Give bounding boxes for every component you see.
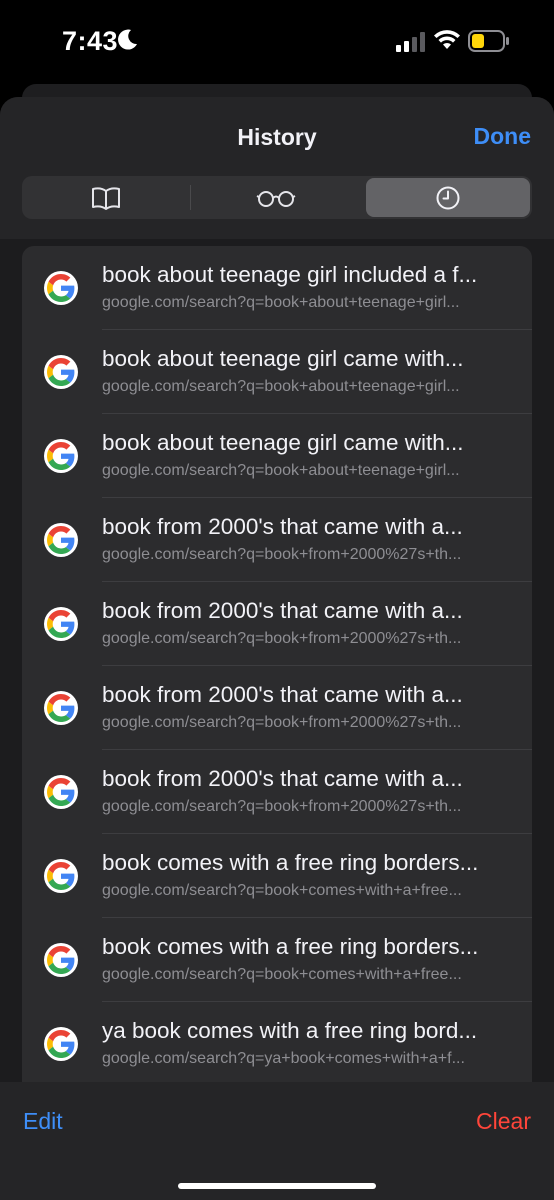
google-icon	[44, 523, 78, 557]
edit-button[interactable]: Edit	[23, 1108, 63, 1135]
battery-low-power-icon	[468, 30, 509, 52]
page-title: History	[237, 124, 317, 150]
history-list: book about teenage girl included a f... …	[22, 246, 532, 1196]
history-item-title: book about teenage girl included a f...	[102, 262, 478, 287]
history-item-title: ya book comes with a free ring bord...	[102, 1018, 478, 1043]
history-item-title: book about teenage girl came with...	[102, 346, 464, 371]
tab-reading-list[interactable]	[194, 178, 358, 217]
safari-history-screen: 7:43 History Done book about teenage gir…	[0, 0, 554, 1200]
segment-divider	[190, 185, 191, 210]
history-row[interactable]: book about teenage girl included a f... …	[22, 246, 532, 330]
status-time: 7:43	[62, 26, 119, 56]
google-icon	[44, 775, 78, 809]
history-item-url: google.com/search?q=book+from+2000%27s+t…	[102, 798, 462, 815]
history-clock-icon	[436, 186, 460, 209]
history-row[interactable]: book comes with a free ring borders... g…	[22, 834, 532, 918]
history-row[interactable]: book from 2000's that came with a... goo…	[22, 750, 532, 834]
history-row[interactable]: book from 2000's that came with a... goo…	[22, 498, 532, 582]
history-item-url: google.com/search?q=ya+book+comes+with+a…	[102, 1050, 465, 1067]
history-row[interactable]: book from 2000's that came with a... goo…	[22, 582, 532, 666]
history-row[interactable]: book about teenage girl came with... goo…	[22, 414, 532, 498]
bookmarks-book-icon	[92, 186, 120, 210]
google-icon	[44, 607, 78, 641]
history-item-title: book about teenage girl came with...	[102, 430, 464, 455]
history-item-title: book comes with a free ring borders...	[102, 934, 479, 959]
history-item-title: book from 2000's that came with a...	[102, 682, 463, 707]
segmented-control	[22, 176, 532, 219]
reading-list-glasses-icon	[256, 190, 296, 207]
history-item-url: google.com/search?q=book+comes+with+a+fr…	[102, 882, 462, 899]
tab-history[interactable]	[366, 178, 530, 217]
history-item-url: google.com/search?q=book+comes+with+a+fr…	[102, 966, 462, 983]
history-sheet: History Done book about teenage girl inc…	[0, 97, 554, 1200]
history-item-url: google.com/search?q=book+about+teenage+g…	[102, 378, 460, 395]
history-item-url: google.com/search?q=book+about+teenage+g…	[102, 294, 460, 311]
history-row[interactable]: ya book comes with a free ring bord... g…	[22, 1002, 532, 1086]
history-row[interactable]: book comes with a free ring borders... g…	[22, 918, 532, 1002]
google-icon	[44, 859, 78, 893]
google-icon	[44, 691, 78, 725]
clear-button[interactable]: Clear	[476, 1108, 531, 1135]
wifi-icon	[434, 30, 460, 49]
google-icon	[44, 1027, 78, 1061]
history-item-title: book from 2000's that came with a...	[102, 598, 463, 623]
history-item-url: google.com/search?q=book+from+2000%27s+t…	[102, 546, 462, 563]
home-indicator	[178, 1183, 376, 1189]
status-bar: 7:43	[0, 0, 554, 86]
cellular-signal-icon	[396, 32, 425, 52]
google-icon	[44, 439, 78, 473]
history-item-title: book from 2000's that came with a...	[102, 766, 463, 791]
history-row[interactable]: book about teenage girl came with... goo…	[22, 330, 532, 414]
google-icon	[44, 943, 78, 977]
done-button[interactable]: Done	[474, 123, 532, 150]
history-row[interactable]: book from 2000's that came with a... goo…	[22, 666, 532, 750]
bottom-toolbar: Edit Clear	[0, 1082, 554, 1200]
google-icon	[44, 271, 78, 305]
moon-icon	[118, 29, 137, 50]
history-item-url: google.com/search?q=book+from+2000%27s+t…	[102, 714, 462, 731]
sheet-header: History Done	[0, 97, 554, 239]
tab-bookmarks[interactable]	[24, 178, 188, 217]
history-item-title: book comes with a free ring borders...	[102, 850, 479, 875]
history-item-url: google.com/search?q=book+from+2000%27s+t…	[102, 630, 462, 647]
history-item-url: google.com/search?q=book+about+teenage+g…	[102, 462, 460, 479]
google-icon	[44, 355, 78, 389]
history-item-title: book from 2000's that came with a...	[102, 514, 463, 539]
